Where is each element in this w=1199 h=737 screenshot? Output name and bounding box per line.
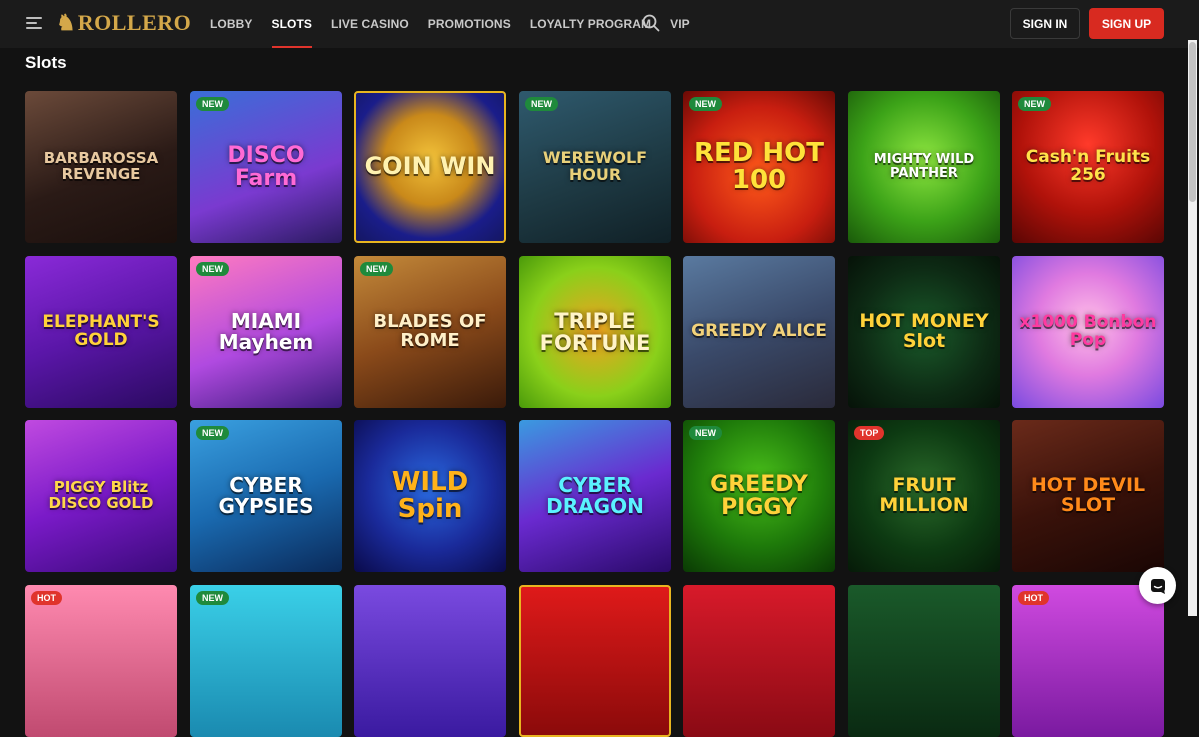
game-title: GREEDY PIGGY — [710, 471, 808, 520]
game-tile[interactable]: CYBER DRAGON — [519, 420, 671, 572]
game-title: CYBER DRAGON — [546, 473, 644, 518]
game-title: BARBAROSSA REVENGE — [43, 149, 159, 183]
nav-item-lobby[interactable]: LOBBY — [210, 0, 253, 48]
game-title: TRIPLE FORTUNE — [539, 308, 651, 355]
game-title: HOT MONEY Slot — [859, 310, 989, 352]
sign-in-button[interactable]: SIGN IN — [1010, 8, 1080, 39]
game-title: CYBER GYPSIES — [218, 473, 314, 518]
game-title: RED HOT 100 — [693, 137, 824, 195]
new-badge: NEW — [196, 591, 229, 605]
new-badge: NEW — [689, 97, 722, 111]
game-title: WILD Spin — [391, 466, 469, 524]
game-tile[interactable]: NEW Cash'n Fruits 256 — [1012, 91, 1164, 243]
new-badge: NEW — [196, 97, 229, 111]
new-badge: NEW — [196, 262, 229, 276]
game-tile[interactable]: COIN WIN — [354, 91, 506, 243]
logo[interactable]: ♞ ROLLERO — [56, 10, 191, 36]
game-tile[interactable]: WILD Spin — [354, 420, 506, 572]
game-title: MIAMI Mayhem — [218, 309, 314, 354]
game-tile[interactable]: TOP FRUIT MILLION — [848, 420, 1000, 572]
scroll-thumb[interactable] — [1189, 42, 1196, 202]
new-badge: NEW — [196, 426, 229, 440]
game-title: FRUIT MILLION — [879, 474, 969, 516]
game-tile[interactable]: NEW MIAMI Mayhem — [190, 256, 342, 408]
logo-text: ROLLERO — [77, 10, 192, 35]
nav-item-live-casino[interactable]: LIVE CASINO — [331, 0, 409, 48]
sign-up-button[interactable]: SIGN UP — [1089, 8, 1164, 39]
game-tile[interactable]: TRIPLE FORTUNE — [519, 256, 671, 408]
nav-item-slots[interactable]: SLOTS — [271, 0, 313, 48]
game-tile[interactable] — [683, 585, 835, 737]
page-title: Slots — [25, 53, 67, 72]
game-tile[interactable]: MIGHTY WILD PANTHER — [848, 91, 1000, 243]
top-header: ♞ ROLLERO LOBBY SLOTS LIVE CASINO PROMOTION… — [0, 0, 1199, 48]
game-title: HOT DEVIL SLOT — [1030, 474, 1146, 516]
game-tile[interactable]: NEW WEREWOLF HOUR — [519, 91, 671, 243]
game-tile[interactable]: HOT — [25, 585, 177, 737]
game-tile[interactable] — [354, 585, 506, 737]
game-title: WEREWOLF HOUR — [542, 148, 648, 184]
new-badge: NEW — [360, 262, 393, 276]
nav-item-promotions[interactable]: PROMOTIONS — [428, 0, 511, 48]
nav-item-loyalty-program[interactable]: LOYALTY PROGRAM — [530, 0, 651, 48]
game-tile[interactable]: PIGGY Blitz DISCO GOLD — [25, 420, 177, 572]
scrollbar[interactable] — [1188, 40, 1197, 616]
search-icon[interactable] — [642, 14, 660, 32]
main-nav: LOBBY SLOTS LIVE CASINO PROMOTIONS LOYALTY P… — [210, 0, 709, 48]
game-tile[interactable] — [519, 585, 671, 737]
new-badge: NEW — [525, 97, 558, 111]
game-tile[interactable]: NEW CYBER GYPSIES — [190, 420, 342, 572]
hot-badge: HOT — [1018, 591, 1049, 605]
game-title: DISCO Farm — [227, 142, 305, 191]
game-title: COIN WIN — [364, 152, 496, 181]
game-title: MIGHTY WILD PANTHER — [873, 152, 975, 181]
logo-knight-icon: ♞ — [56, 10, 76, 35]
game-title: x1000 Bonbon Pop — [1019, 312, 1157, 350]
game-tile[interactable]: HOT MONEY Slot — [848, 256, 1000, 408]
game-tile[interactable]: NEW BLADES OF ROME — [354, 256, 506, 408]
menu-icon[interactable] — [26, 17, 42, 30]
game-tile[interactable]: ELEPHANT'S GOLD — [25, 256, 177, 408]
chat-icon — [1150, 578, 1165, 594]
game-tile[interactable]: GREEDY ALICE — [683, 256, 835, 408]
game-tile[interactable] — [848, 585, 1000, 737]
game-tile[interactable]: HOT — [1012, 585, 1164, 737]
game-title: GREEDY ALICE — [691, 321, 827, 342]
nav-item-vip[interactable]: VIP — [670, 0, 690, 48]
game-title: Cash'n Fruits 256 — [1025, 147, 1151, 185]
game-tile[interactable]: x1000 Bonbon Pop — [1012, 256, 1164, 408]
new-badge: NEW — [1018, 97, 1051, 111]
chat-button[interactable] — [1139, 567, 1176, 604]
game-tile[interactable]: NEW DISCO Farm — [190, 91, 342, 243]
top-badge: TOP — [854, 426, 885, 440]
game-tile[interactable]: NEW RED HOT 100 — [683, 91, 835, 243]
game-title: BLADES OF ROME — [373, 311, 487, 351]
new-badge: NEW — [689, 426, 722, 440]
game-tile[interactable]: BARBAROSSA REVENGE — [25, 91, 177, 243]
game-tile[interactable]: NEW — [190, 585, 342, 737]
game-tile[interactable]: NEW GREEDY PIGGY — [683, 420, 835, 572]
hot-badge: HOT — [31, 591, 62, 605]
game-title: ELEPHANT'S GOLD — [42, 312, 160, 350]
game-tile[interactable]: HOT DEVIL SLOT — [1012, 420, 1164, 572]
game-title: PIGGY Blitz DISCO GOLD — [48, 478, 154, 512]
